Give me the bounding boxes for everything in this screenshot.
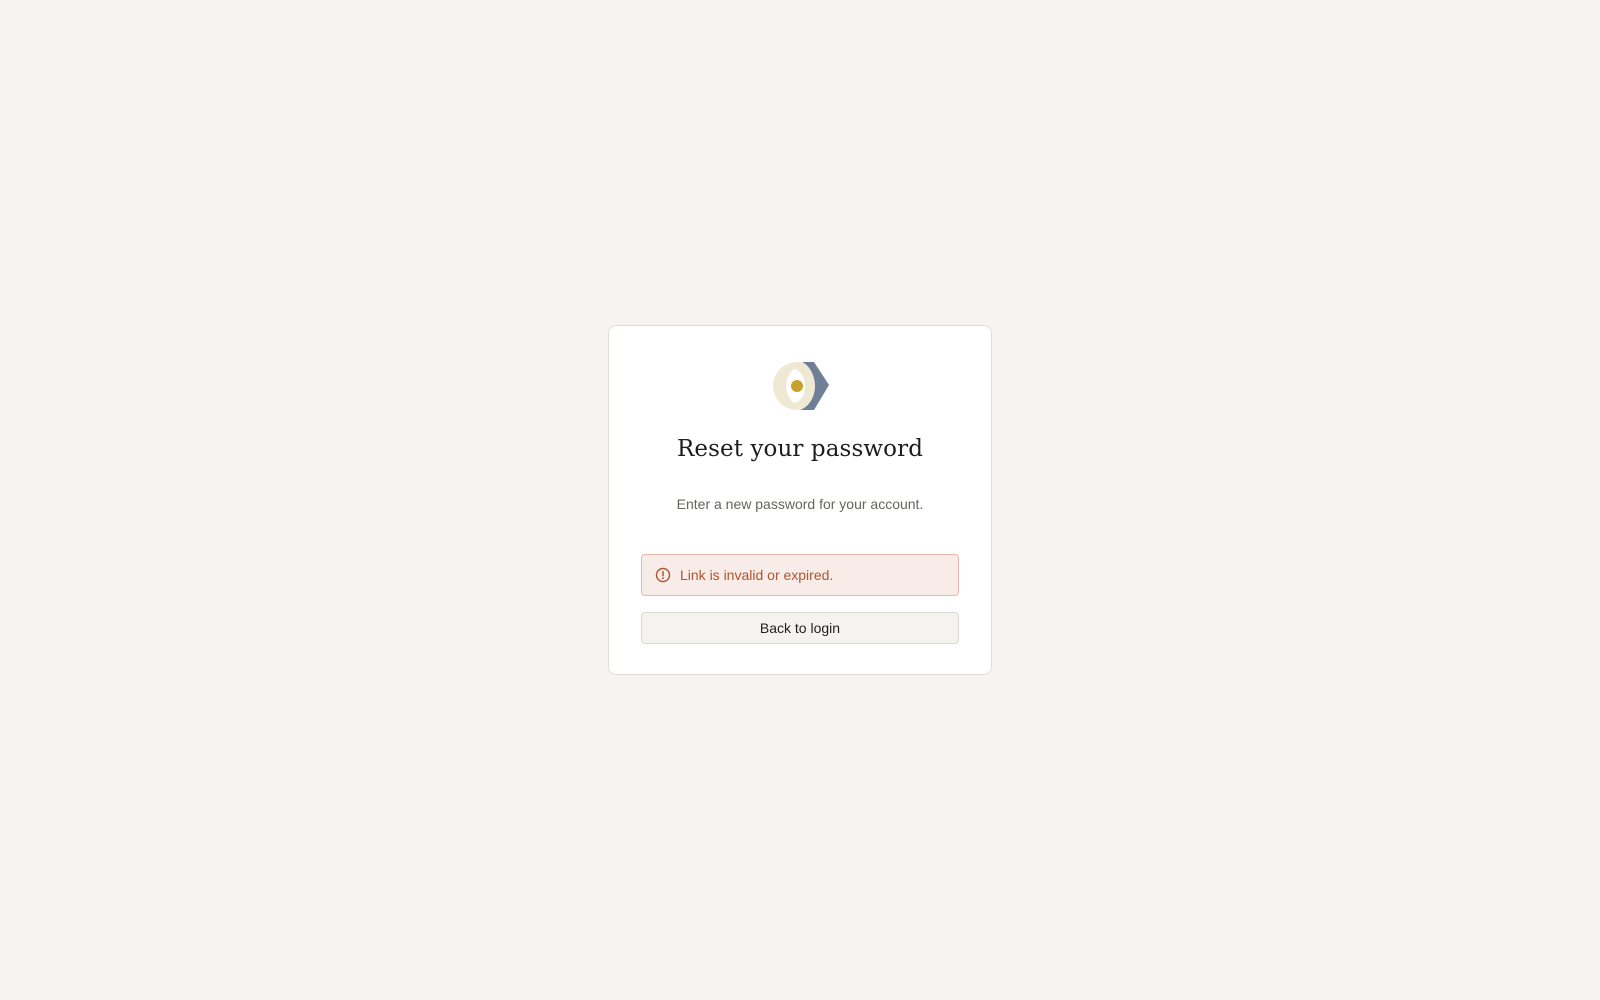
back-to-login-button[interactable]: Back to login <box>641 612 959 644</box>
page-subtitle: Enter a new password for your account. <box>676 496 924 512</box>
error-alert: Link is invalid or expired. <box>641 554 959 596</box>
reset-password-card: Reset your password Enter a new password… <box>608 325 992 675</box>
alert-circle-icon <box>655 567 671 583</box>
page-title: Reset your password <box>676 436 924 462</box>
app-logo-icon <box>772 361 832 411</box>
alert-message: Link is invalid or expired. <box>680 567 834 583</box>
